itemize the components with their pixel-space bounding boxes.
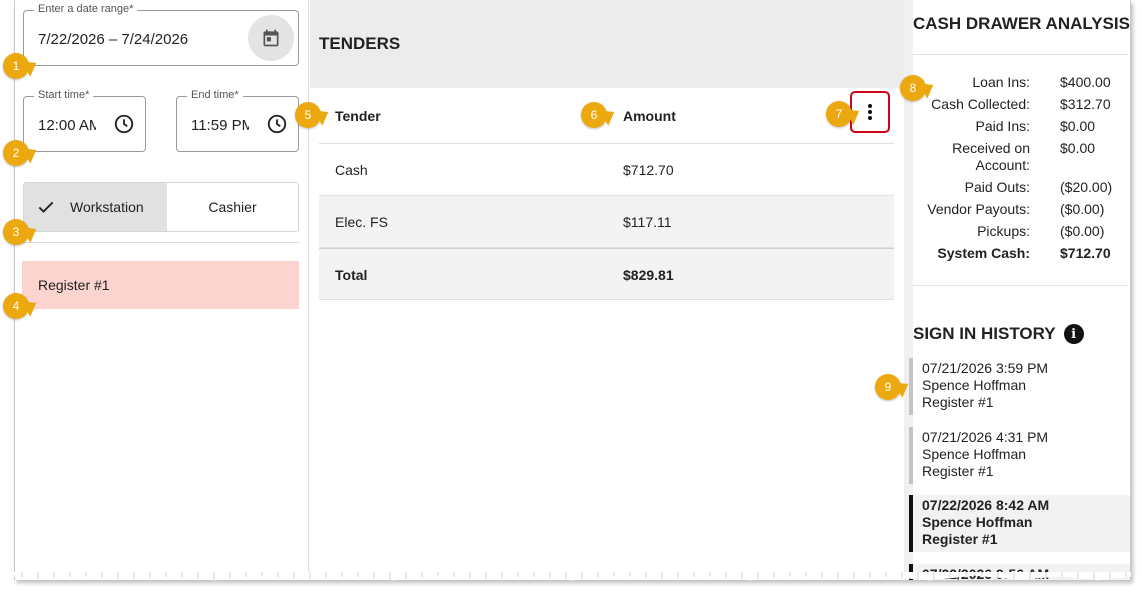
callout-marker: 9 [875, 374, 901, 400]
tender-column-header[interactable]: Tender [335, 108, 381, 124]
summary-value: $0.00 [1060, 118, 1096, 134]
tenders-title: TENDERS [319, 34, 401, 53]
summary-label: Received on Account: [952, 140, 1030, 173]
summary-value: ($0.00) [1060, 223, 1105, 239]
app-window: Enter a date range* 7/22/2026 – 7/24/202… [14, 0, 1131, 580]
clock-icon[interactable] [113, 113, 135, 135]
summary-row: Paid Ins: $0.00 [913, 118, 1130, 135]
system-cash-value: $712.70 [1060, 245, 1111, 261]
summary-label: Paid Ins: [975, 118, 1030, 134]
summary-row: Vendor Payouts: ($0.00) [913, 201, 1130, 218]
table-row: Elec. FS $117.11 [319, 196, 894, 248]
total-label: Total [335, 267, 368, 283]
clock-icon[interactable] [266, 113, 288, 135]
cashier-label: Cashier [208, 199, 257, 215]
filter-panel: Enter a date range* 7/22/2026 – 7/24/202… [15, 0, 309, 580]
total-row: Total $829.81 [319, 248, 894, 300]
date-range-label: Enter a date range* [34, 3, 138, 15]
callout-marker: 8 [900, 75, 926, 101]
cash-drawer-title: CASH DRAWER ANALYSIS [913, 14, 1130, 33]
amount-cell: $712.70 [623, 162, 674, 178]
check-icon [38, 201, 54, 213]
sign-in-history-header: SIGN IN HISTORY i [913, 324, 1084, 344]
history-register: Register #1 [922, 394, 994, 410]
history-time: 07/22/2026 8:42 AM [922, 497, 1050, 513]
divider [15, 242, 299, 243]
start-time-field[interactable]: Start time* 12:00 AM [23, 89, 146, 152]
start-time-label: Start time* [34, 89, 94, 101]
summary-value: $0.00 [1060, 140, 1096, 156]
history-user: Spence Hoffman [922, 377, 1027, 393]
callout-marker: 3 [3, 219, 29, 245]
summary-row: Pickups: ($0.00) [913, 223, 1130, 240]
summary-row: Paid Outs: ($20.00) [913, 179, 1130, 196]
callout-marker: 6 [581, 102, 607, 128]
summary-row: Cash Collected: $312.70 [913, 96, 1130, 113]
cashier-toggle-button[interactable]: Cashier [167, 183, 298, 231]
table-row: Cash $712.70 [319, 144, 894, 196]
date-range-value[interactable]: 7/22/2026 – 7/24/2026 [38, 31, 188, 48]
history-time: 07/21/2026 4:31 PM [922, 429, 1049, 445]
cash-drawer-summary: Loan Ins: $400.00 Cash Collected: $312.70 … [913, 74, 1130, 267]
date-range-field[interactable]: Enter a date range* 7/22/2026 – 7/24/202… [23, 3, 299, 66]
workstation-label: Workstation [70, 199, 144, 215]
cash-drawer-panel: CASH DRAWER ANALYSIS Loan Ins: $400.00 Ca… [904, 0, 1130, 580]
tenders-header: TENDERS [310, 0, 904, 88]
workstation-toggle-button[interactable]: Workstation [24, 183, 167, 231]
summary-value: ($0.00) [1060, 201, 1105, 217]
history-user: Spence Hoffman [922, 446, 1027, 462]
more-vert-icon [868, 104, 872, 120]
total-amount: $829.81 [623, 267, 674, 283]
calendar-icon [263, 29, 279, 47]
divider [913, 285, 1128, 286]
workstation-cashier-toggle: Workstation Cashier [23, 182, 299, 232]
history-time: 07/21/2026 3:59 PM [922, 360, 1049, 376]
summary-label: Cash Collected: [931, 96, 1030, 112]
calendar-button[interactable] [248, 15, 294, 61]
system-cash-row: System Cash: $712.70 [913, 245, 1130, 262]
history-register: Register #1 [922, 531, 998, 547]
amount-cell: $117.11 [623, 214, 672, 230]
summary-label: Vendor Payouts: [927, 201, 1030, 217]
tender-cell: Elec. FS [335, 214, 388, 230]
end-time-value[interactable]: 11:59 PM [191, 117, 249, 134]
summary-label: Pickups: [977, 223, 1030, 239]
divider [913, 54, 1128, 55]
start-time-value[interactable]: 12:00 AM [38, 117, 96, 134]
summary-row: Received on Account: $0.00 [913, 140, 1130, 174]
end-time-field[interactable]: End time* 11:59 PM [176, 89, 299, 152]
history-entry-selected[interactable]: 07/22/2026 8:42 AM Spence Hoffman Regist… [909, 495, 1130, 552]
tender-cell: Cash [335, 162, 368, 178]
callout-marker: 7 [826, 101, 852, 127]
history-entry[interactable]: 07/21/2026 3:59 PM Spence Hoffman Regist… [909, 358, 1130, 415]
cash-drawer-content: CASH DRAWER ANALYSIS Loan Ins: $400.00 Ca… [909, 0, 1130, 580]
callout-marker: 4 [3, 293, 29, 319]
history-entry[interactable]: 07/21/2026 4:31 PM Spence Hoffman Regist… [909, 427, 1130, 484]
system-cash-label: System Cash: [937, 245, 1030, 261]
callout-marker: 2 [3, 140, 29, 166]
tenders-panel: TENDERS Tender Amount Cash $712.70 Elec.… [310, 0, 904, 580]
sign-in-history-title: SIGN IN HISTORY [913, 324, 1056, 343]
register-list-item[interactable]: Register #1 [22, 261, 299, 309]
history-user: Spence Hoffman [922, 514, 1033, 530]
summary-value: ($20.00) [1060, 179, 1113, 195]
summary-value: $400.00 [1060, 74, 1111, 90]
summary-value: $312.70 [1060, 96, 1111, 112]
callout-marker: 1 [3, 53, 29, 79]
info-icon[interactable]: i [1063, 324, 1084, 344]
history-register: Register #1 [922, 463, 994, 479]
summary-row: Loan Ins: $400.00 [913, 74, 1130, 91]
summary-label: Paid Outs: [964, 179, 1030, 195]
end-time-label: End time* [187, 89, 243, 101]
amount-column-header[interactable]: Amount [623, 108, 676, 124]
callout-marker: 5 [295, 102, 321, 128]
